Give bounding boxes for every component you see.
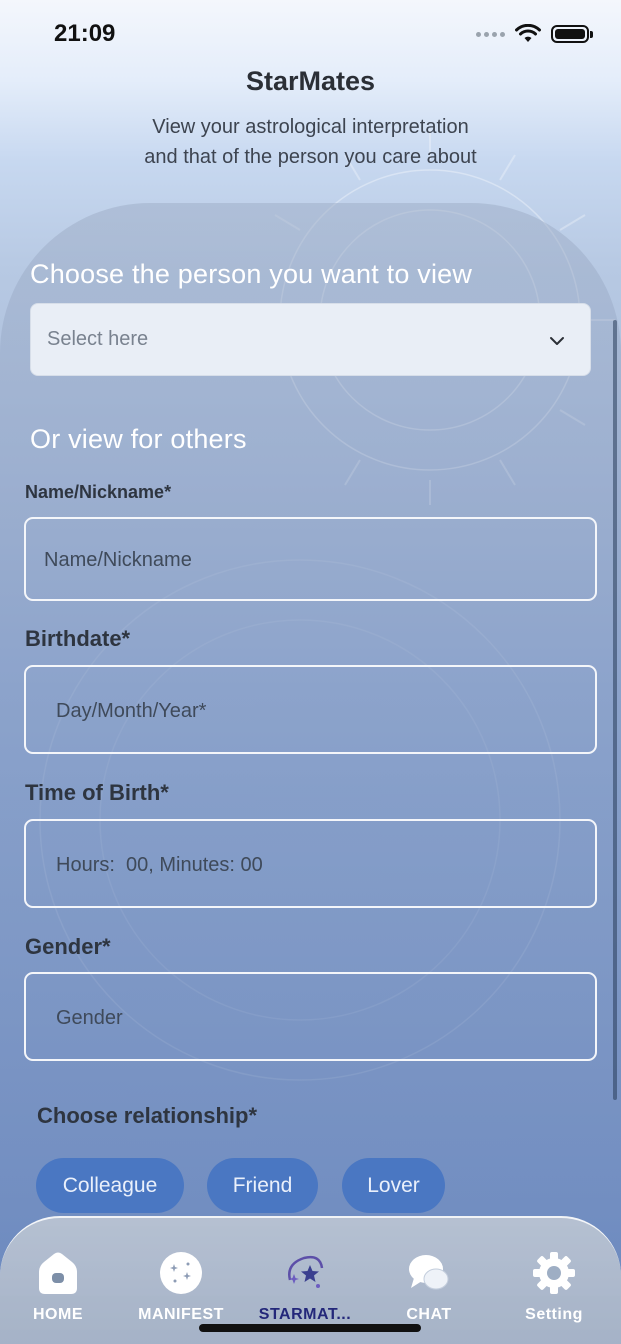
tab-home[interactable]: HOME [0,1250,118,1324]
chevron-down-icon [550,337,564,345]
battery-icon [551,25,593,43]
gender-field[interactable]: Gender [24,972,597,1061]
sparkle-orb-icon [160,1252,202,1294]
time-of-birth-placeholder: Hours: 00, Minutes: 00 [56,854,263,876]
view-others-title: Or view for others [30,424,247,454]
relationship-title: Choose relationship* [37,1103,258,1128]
tab-setting-label: Setting [525,1306,583,1323]
relationship-chip-lover[interactable]: Lover [342,1158,445,1213]
person-select[interactable]: Select here [30,303,591,376]
name-placeholder: Name/Nickname [44,549,192,571]
tab-starmates[interactable]: STARMAT... [245,1250,365,1324]
stars-orbit-icon [288,1255,324,1288]
wifi-icon [515,24,541,42]
tab-chat-label: CHAT [406,1306,452,1323]
home-icon [39,1252,77,1294]
relationship-chip-friend[interactable]: Friend [207,1158,318,1213]
birthdate-label: Birthdate* [25,626,131,651]
gender-placeholder: Gender [56,1007,123,1029]
status-bar: 21:09 [0,0,621,66]
time-of-birth-field[interactable]: Hours: 00, Minutes: 00 [24,819,597,908]
scrollbar[interactable] [613,320,617,1100]
home-indicator [199,1324,421,1332]
choose-person-title: Choose the person you want to view [30,259,473,289]
select-placeholder: Select here [47,328,149,350]
relationship-chip-colleague[interactable]: Colleague [36,1158,184,1213]
name-field[interactable]: Name/Nickname [24,517,597,601]
subtitle-line-1: View your astrological interpretation [152,116,469,138]
page-subtitle: View your astrological interpretation an… [0,112,621,172]
gear-icon [533,1252,575,1294]
chat-bubbles-icon [409,1255,449,1290]
gender-label: Gender* [25,934,111,959]
time-of-birth-label: Time of Birth* [25,780,169,805]
tab-manifest[interactable]: MANIFEST [121,1250,241,1324]
name-label: Name/Nickname* [25,482,172,502]
tab-manifest-label: MANIFEST [138,1306,224,1323]
subtitle-line-2: and that of the person you care about [144,146,477,168]
status-time: 21:09 [54,20,116,47]
signal-dots-icon [476,31,505,37]
page-title: StarMates [245,66,376,96]
tab-setting[interactable]: Setting [494,1250,614,1324]
tab-starmates-label: STARMAT... [258,1306,352,1323]
tab-chat[interactable]: CHAT [369,1250,489,1324]
tab-home-label: HOME [33,1306,83,1323]
birthdate-field[interactable]: Day/Month/Year* [24,665,597,754]
status-icons [476,24,593,44]
birthdate-placeholder: Day/Month/Year* [56,700,207,722]
